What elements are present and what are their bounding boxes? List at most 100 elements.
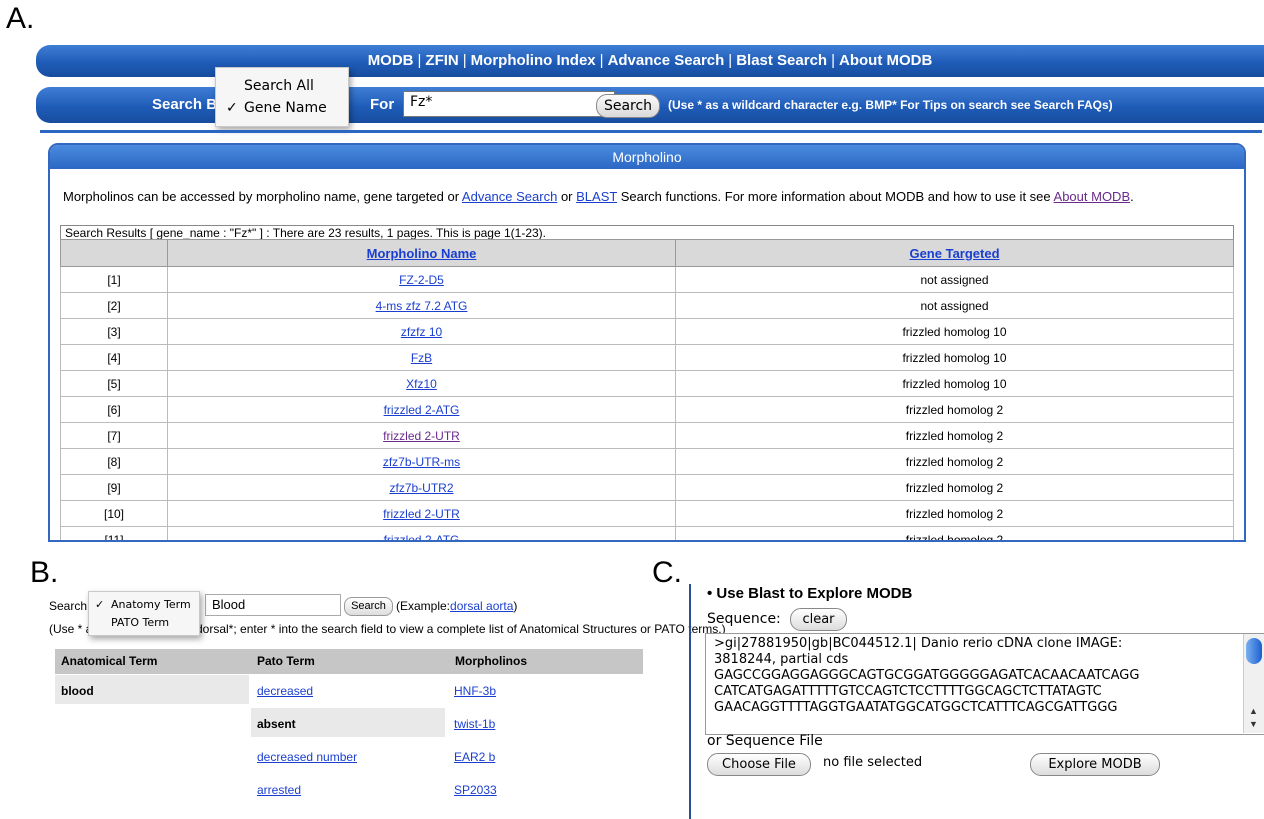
intro-text: Morpholinos can be accessed by morpholin… bbox=[63, 190, 1233, 203]
table-row: [8] zfz7b-UTR-ms frizzled homolog 2 bbox=[60, 448, 1234, 475]
search-input[interactable]: Fz* bbox=[403, 91, 615, 117]
search-by-dropdown[interactable]: Search All ✓ Gene Name bbox=[215, 67, 349, 127]
divider-bar bbox=[40, 130, 1262, 133]
morpholino-name-cell: frizzled 2-ATG bbox=[167, 526, 676, 541]
nav-separator: | bbox=[728, 52, 733, 69]
pato-term-link[interactable]: arrested bbox=[257, 783, 301, 797]
gene-targeted-cell: frizzled homolog 2 bbox=[675, 448, 1234, 475]
morpholino-link[interactable]: Xfz10 bbox=[406, 377, 437, 391]
b-term-dropdown[interactable]: ✓ Anatomy Term PATO Term bbox=[88, 591, 200, 636]
morpholino-link[interactable]: HNF-3b bbox=[454, 684, 496, 698]
results-body: [1] FZ-2-D5 not assigned [2] 4-ms zfz 7.2 AT… bbox=[60, 266, 1234, 541]
morpholino-link[interactable]: frizzled 2-ATG bbox=[384, 403, 460, 417]
table-row: [4] FzB frizzled homolog 10 bbox=[60, 344, 1234, 371]
anatomical-term-cell: blood bbox=[61, 684, 94, 698]
row-index: [10] bbox=[60, 500, 168, 527]
sequence-label: Sequence: bbox=[707, 611, 781, 627]
table-row: [5] Xfz10 frizzled homolog 10 bbox=[60, 370, 1234, 397]
morpholino-name-cell: frizzled 2-UTR bbox=[167, 422, 676, 449]
bullet-icon: • bbox=[707, 585, 717, 602]
b-hint: dorsal*; enter * into the search field t… bbox=[196, 622, 726, 636]
morpholino-link[interactable]: zfzfz 10 bbox=[401, 325, 442, 339]
sequence-line: 3818244, partial cds bbox=[714, 652, 849, 667]
choose-file-button[interactable]: Choose File bbox=[707, 753, 811, 776]
nav-separator: | bbox=[831, 52, 835, 69]
option-anatomy-term[interactable]: Anatomy Term bbox=[111, 598, 191, 611]
pato-term-header: Pato Term bbox=[257, 654, 315, 668]
row-index: [8] bbox=[60, 448, 168, 475]
example-suffix: ) bbox=[513, 599, 518, 613]
b-search-button[interactable]: Search bbox=[344, 597, 393, 616]
nav-blast-search[interactable]: Blast Search bbox=[736, 52, 827, 69]
morpholino-link[interactable]: EAR2 b bbox=[454, 750, 495, 764]
gene-targeted-cell: frizzled homolog 10 bbox=[675, 370, 1234, 397]
table-row: [7] frizzled 2-UTR frizzled homolog 2 bbox=[60, 422, 1234, 449]
row-index: [5] bbox=[60, 370, 168, 397]
blast-title: • Use Blast to Explore MODB bbox=[707, 585, 912, 602]
nav-advance-search[interactable]: Advance Search bbox=[608, 52, 725, 69]
row-index: [9] bbox=[60, 474, 168, 501]
panel-c-divider bbox=[689, 584, 691, 819]
advance-search-link[interactable]: Advance Search bbox=[462, 189, 557, 204]
sequence-text: >gi|27881950|gb|BC044512.1| Danio rerio … bbox=[706, 634, 1264, 718]
nav-modb[interactable]: MODB bbox=[368, 52, 414, 69]
gene-targeted-header[interactable]: Gene Targeted bbox=[675, 239, 1234, 267]
morpholino-link[interactable]: frizzled 2-UTR bbox=[383, 429, 460, 443]
sequence-line: CATCATGAGATTTTTGTCCAGTCTCCTTTTGGCAGCTCTT… bbox=[714, 684, 1102, 699]
table-row: [2] 4-ms zfz 7.2 ATG not assigned bbox=[60, 292, 1234, 319]
morpholino-link[interactable]: twist-1b bbox=[454, 717, 495, 731]
for-label: For bbox=[370, 96, 395, 113]
row-index: [11] bbox=[60, 526, 168, 540]
morpholino-name-cell: zfz7b-UTR2 bbox=[167, 474, 676, 501]
gene-targeted-cell: frizzled homolog 2 bbox=[675, 396, 1234, 423]
option-pato-term[interactable]: PATO Term bbox=[111, 616, 169, 629]
blast-link[interactable]: BLAST bbox=[576, 189, 617, 204]
gene-targeted-cell: not assigned bbox=[675, 266, 1234, 293]
search-by-label: Search B bbox=[152, 96, 218, 113]
about-modb-link[interactable]: About MODB bbox=[1054, 189, 1131, 204]
morpholino-link[interactable]: zfz7b-UTR-ms bbox=[383, 455, 460, 469]
sequence-textarea[interactable]: >gi|27881950|gb|BC044512.1| Danio rerio … bbox=[705, 633, 1264, 735]
sort-gene-targeted-link[interactable]: Gene Targeted bbox=[909, 246, 999, 261]
scroll-up-icon[interactable]: ▲ bbox=[1249, 706, 1258, 716]
row-index: [4] bbox=[60, 344, 168, 371]
morpholino-link[interactable]: frizzled 2-UTR bbox=[383, 507, 460, 521]
search-hint: (Use * as a wildcard character e.g. BMP*… bbox=[668, 98, 1113, 112]
nav-about-modb[interactable]: About MODB bbox=[839, 52, 932, 69]
morpholino-link[interactable]: FZ-2-D5 bbox=[399, 273, 444, 287]
morpholino-link[interactable]: FzB bbox=[411, 351, 432, 365]
pato-term-cell: absent bbox=[257, 717, 296, 731]
nav-morpholino-index[interactable]: Morpholino Index bbox=[471, 52, 596, 69]
morpholino-link[interactable]: SP2033 bbox=[454, 783, 497, 797]
no-file-text: no file selected bbox=[823, 755, 923, 770]
intro-part: Search functions. For more information a… bbox=[617, 189, 1054, 204]
pato-term-link[interactable]: decreased bbox=[257, 684, 313, 698]
dorsal-aorta-link[interactable]: dorsal aorta bbox=[450, 599, 513, 613]
table-header-row: Morpholino Name Gene Targeted bbox=[60, 239, 1234, 267]
b-search-input[interactable]: Blood bbox=[205, 594, 341, 616]
row-index: [6] bbox=[60, 396, 168, 423]
search-button[interactable]: Search bbox=[596, 94, 660, 118]
check-icon: ✓ bbox=[226, 100, 238, 116]
morpholino-link[interactable]: 4-ms zfz 7.2 ATG bbox=[376, 299, 468, 313]
morpholino-panel: Morpholino Morpholinos can be accessed b… bbox=[48, 143, 1246, 542]
scroll-down-icon[interactable]: ▼ bbox=[1249, 719, 1258, 729]
nav-zfin[interactable]: ZFIN bbox=[425, 52, 458, 69]
morpholino-link[interactable]: zfz7b-UTR2 bbox=[389, 481, 453, 495]
sequence-line: GAACAGGTTTTAGGTGAATATGGCATGGCTCATTTCAGCG… bbox=[714, 700, 1118, 715]
row-index: [3] bbox=[60, 318, 168, 345]
morpholino-link[interactable]: frizzled 2-ATG bbox=[384, 533, 460, 541]
option-search-all[interactable]: Search All bbox=[244, 78, 314, 94]
scroll-thumb[interactable] bbox=[1246, 638, 1262, 664]
sequence-line: >gi|27881950|gb|BC044512.1| Danio rerio … bbox=[714, 636, 1123, 651]
intro-part: . bbox=[1130, 189, 1134, 204]
pato-term-link[interactable]: decreased number bbox=[257, 750, 357, 764]
table-row: [3] zfzfz 10 frizzled homolog 10 bbox=[60, 318, 1234, 345]
sequence-scrollbar[interactable]: ▲ ▼ bbox=[1243, 634, 1264, 733]
option-gene-name[interactable]: Gene Name bbox=[244, 100, 327, 116]
sort-morpholino-name-link[interactable]: Morpholino Name bbox=[367, 246, 477, 261]
row-index: [1] bbox=[60, 266, 168, 293]
morpholino-name-header[interactable]: Morpholino Name bbox=[167, 239, 676, 267]
clear-button[interactable]: clear bbox=[790, 608, 847, 631]
explore-modb-button[interactable]: Explore MODB bbox=[1030, 753, 1160, 776]
